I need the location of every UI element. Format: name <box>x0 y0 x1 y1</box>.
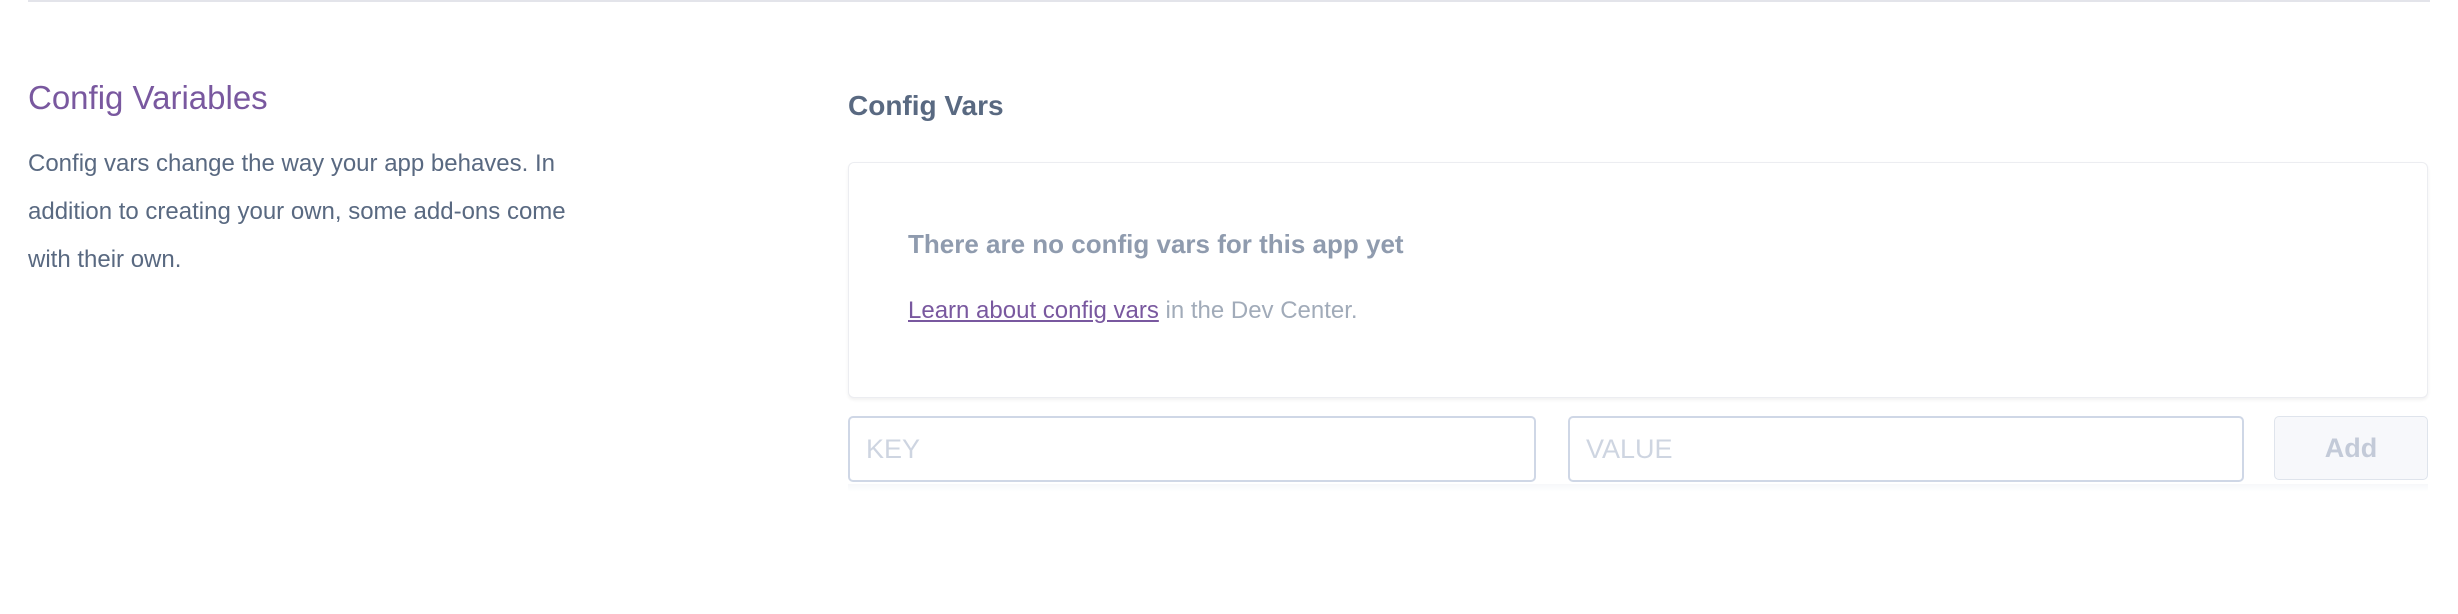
section-title: Config Variables <box>28 79 268 116</box>
config-vars-panel: Config Vars There are no config vars for… <box>848 82 2430 492</box>
learn-config-vars-link[interactable]: Learn about config vars <box>908 297 1159 324</box>
config-vars-title: Config Vars <box>848 90 1004 121</box>
add-config-var-form: Add <box>848 416 2428 484</box>
empty-state-box: There are no config vars for this app ye… <box>848 162 2428 398</box>
section-description: Config vars change the way your app beha… <box>28 150 566 273</box>
top-divider <box>28 0 2430 2</box>
empty-state-help: Learn about config vars in the Dev Cente… <box>908 297 1358 325</box>
section-info: Config Variables Config vars change the … <box>28 74 588 284</box>
key-input[interactable] <box>848 416 1536 482</box>
form-shadow <box>848 484 2428 492</box>
empty-state-heading: There are no config vars for this app ye… <box>908 229 1404 259</box>
value-input[interactable] <box>1568 416 2244 482</box>
dev-center-suffix: in the Dev Center. <box>1158 297 1358 324</box>
add-button[interactable]: Add <box>2274 416 2428 480</box>
